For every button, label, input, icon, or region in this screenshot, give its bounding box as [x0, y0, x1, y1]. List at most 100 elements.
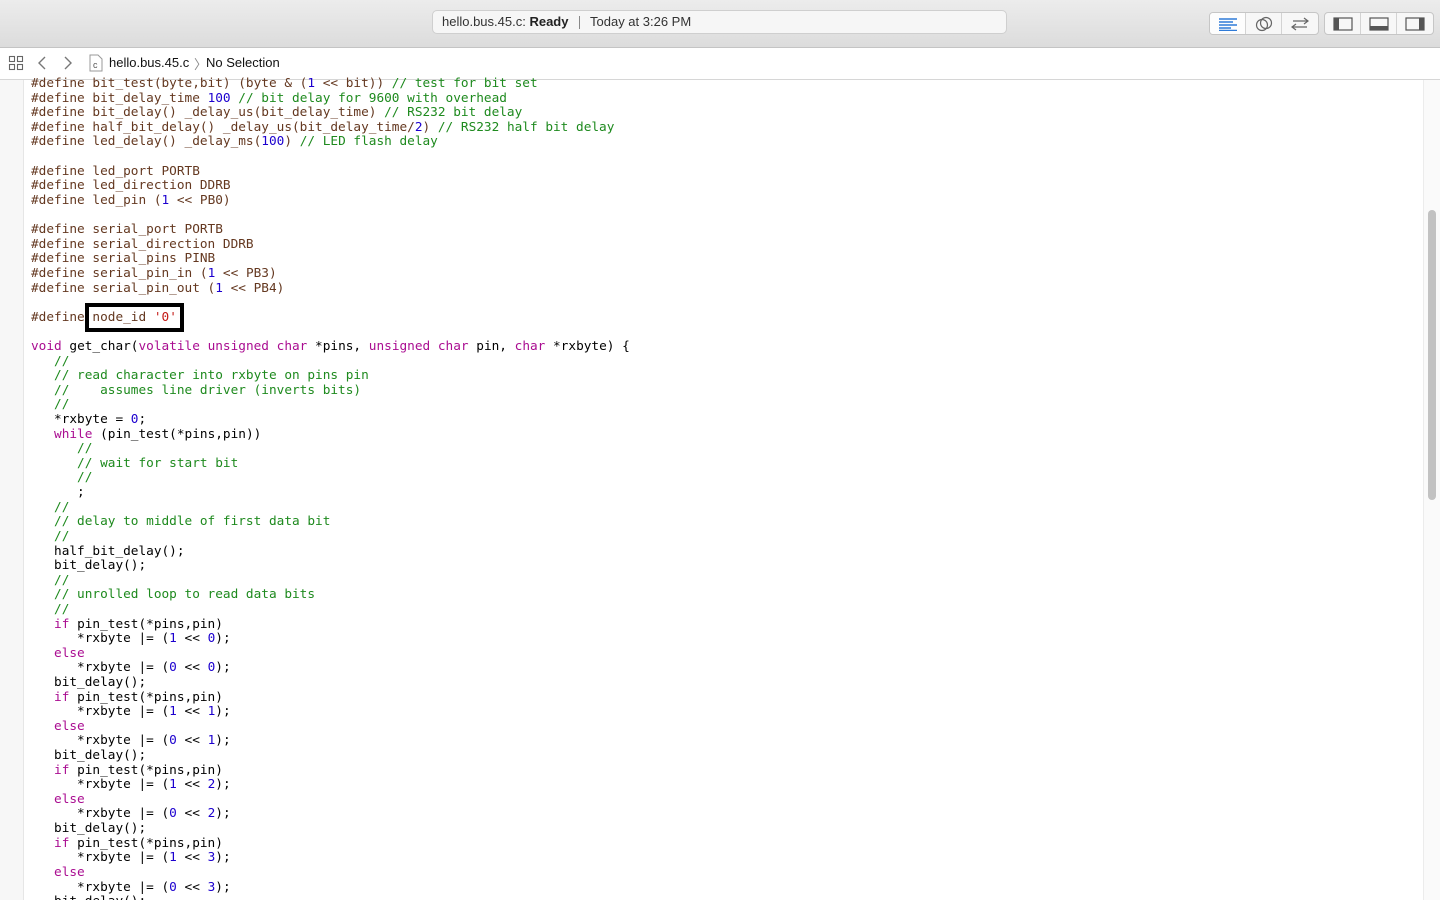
code-line: void get_char(volatile unsigned char *pi…: [31, 338, 1421, 355]
related-items-button[interactable]: [8, 55, 24, 74]
code-token: 1: [169, 777, 177, 793]
navigator-toggle-icon: [1332, 16, 1353, 31]
standard-editor-button[interactable]: [1210, 13, 1246, 34]
code-token: pin_test(*pins,pin): [69, 835, 223, 851]
version-editor-button[interactable]: [1282, 13, 1318, 34]
code-token: <<: [176, 631, 208, 647]
code-token: #define bit_delay_time: [31, 90, 208, 106]
code-token: #define led_direction DDRB: [31, 178, 231, 194]
code-token: << PB4): [222, 280, 285, 296]
code-token: <<: [176, 704, 208, 720]
navigate-back-button[interactable]: [36, 55, 48, 74]
code-line: *rxbyte |= (1 << 0);: [31, 631, 1421, 647]
code-line: //: [31, 471, 1421, 486]
code-token: pin_test(*pins,pin): [69, 689, 223, 705]
highlighted-node-id-token: node_id: [92, 309, 154, 325]
code-token: #define led_port PORTB: [31, 163, 200, 179]
code-token: *rxbyte |= (: [31, 660, 170, 676]
code-token: *rxbyte) {: [545, 338, 630, 354]
code-token: );: [215, 704, 231, 720]
code-token: #define led_delay() _delay_ms(: [31, 134, 262, 150]
code-token: 1: [169, 704, 177, 720]
code-line: #define half_bit_delay() _delay_us(bit_d…: [31, 120, 1421, 136]
code-token: << bit)): [315, 77, 392, 91]
code-token: <<: [176, 777, 208, 793]
debug-area-toggle-button[interactable]: [1361, 13, 1397, 34]
code-token: #define bit_delay() _delay_us(bit_delay_…: [31, 105, 385, 121]
code-token: void: [31, 338, 62, 354]
editor-scrollbar-thumb[interactable]: [1428, 210, 1436, 500]
code-line: else: [31, 864, 1421, 881]
code-line: #define node_id '0': [31, 302, 1421, 332]
code-token: );: [215, 777, 231, 793]
code-token: 0: [169, 660, 177, 676]
code-token: // test for bit set: [391, 77, 538, 91]
code-token: bit_delay();: [31, 894, 146, 900]
code-line: bit_delay();: [31, 894, 1421, 900]
code-token: pin,: [468, 338, 515, 354]
code-token: );: [215, 660, 231, 676]
code-line: ;: [31, 485, 1421, 501]
code-token: );: [215, 850, 231, 866]
c-file-icon: c: [88, 54, 104, 75]
code-line: if pin_test(*pins,pin): [31, 616, 1421, 633]
code-line: if pin_test(*pins,pin): [31, 835, 1421, 852]
source-editor[interactable]: #define bit_test(byte,bit) (byte & (1 <<…: [31, 77, 1421, 900]
code-line: while (pin_test(*pins,pin)): [31, 427, 1421, 443]
code-line: half_bit_delay();: [31, 544, 1421, 560]
code-token: #define serial_port PORTB: [31, 222, 223, 238]
utilities-toggle-icon: [1405, 16, 1425, 31]
code-token: if: [31, 616, 70, 632]
code-token: // read character into rxbyte on pins pi…: [31, 368, 369, 384]
code-line: // assumes line driver (inverts bits): [31, 382, 1421, 399]
code-token: );: [215, 879, 231, 895]
code-token: // assumes line driver (inverts bits): [31, 382, 362, 398]
jumpbar-selection-item[interactable]: No Selection: [206, 55, 280, 70]
code-token: );: [215, 806, 231, 822]
code-line: #define led_pin (1 << PB0): [31, 193, 1421, 209]
code-token: //: [31, 353, 70, 369]
code-token: pin_test(*pins,pin): [69, 616, 223, 632]
standard-editor-icon: [1218, 17, 1237, 31]
code-line: #define led_direction DDRB: [31, 178, 1421, 194]
utilities-toggle-button[interactable]: [1397, 13, 1433, 34]
code-line: #define led_port PORTB: [31, 163, 1421, 180]
code-token: pin_test(*pins,pin): [69, 762, 223, 778]
code-token: *pins,: [307, 338, 369, 354]
code-token: #define serial_pins PINB: [31, 251, 216, 267]
code-token: <<: [176, 733, 208, 749]
navigator-toggle-button[interactable]: [1325, 13, 1361, 34]
assistant-editor-icon: [1255, 16, 1272, 31]
code-line: if pin_test(*pins,pin): [31, 762, 1421, 779]
code-token: //: [31, 572, 70, 588]
assistant-editor-button[interactable]: [1246, 13, 1282, 34]
code-line: //: [31, 572, 1421, 589]
code-token: '0': [153, 309, 177, 325]
code-line: *rxbyte |= (0 << 0);: [31, 661, 1421, 676]
window-toolbar: hello.bus.45.c: Ready Today at 3:26 PM: [0, 0, 1440, 48]
code-line: #define led_delay() _delay_ms(100) // LE…: [31, 135, 1421, 150]
code-token: else: [31, 791, 85, 807]
jumpbar-file-item[interactable]: hello.bus.45.c: [109, 55, 189, 70]
view-toggle-segmented-control: [1324, 12, 1434, 35]
code-token: *rxbyte |= (: [31, 879, 170, 895]
code-token: // delay to middle of first data bit: [31, 514, 331, 530]
code-token: *rxbyte |= (: [31, 777, 170, 793]
code-token: *rxbyte |= (: [31, 806, 170, 822]
code-token: <<: [176, 660, 208, 676]
code-token: else: [31, 864, 85, 880]
code-line: // delay to middle of first data bit: [31, 514, 1421, 530]
version-editor-icon: [1291, 17, 1309, 30]
code-token: ;: [138, 412, 147, 428]
code-token: );: [215, 631, 231, 647]
code-line: //: [31, 602, 1421, 618]
code-token: // wait for start bit: [31, 455, 239, 471]
debug-area-toggle-icon: [1368, 16, 1389, 31]
code-token: bit_delay();: [31, 674, 147, 690]
navigate-forward-button[interactable]: [62, 55, 74, 74]
code-line: else: [31, 646, 1421, 662]
code-token: volatile unsigned char: [138, 338, 308, 354]
editor-scrollbar[interactable]: [1423, 80, 1440, 900]
